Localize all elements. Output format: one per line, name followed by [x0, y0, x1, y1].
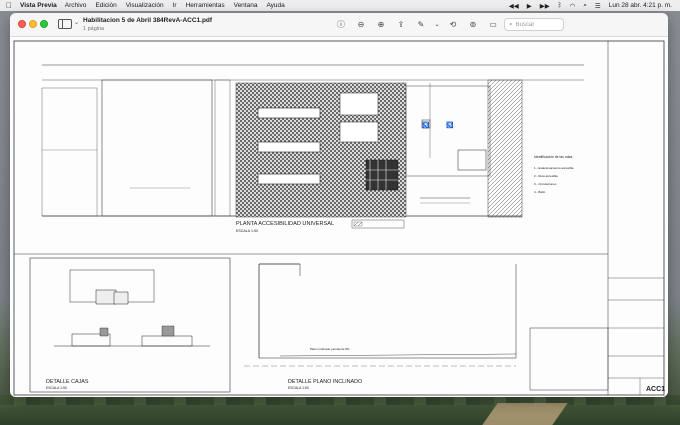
document-title: Habilitacion 5 de Abril 384RevA-ACC1.pdf: [83, 17, 213, 24]
forward-icon[interactable]: ▶▶: [540, 2, 550, 10]
menu-herramientas[interactable]: Herramientas: [186, 2, 225, 9]
chevron-down-icon[interactable]: ⌄: [74, 19, 79, 26]
markup-chevron-icon[interactable]: ⌄: [433, 18, 441, 32]
control-center-icon[interactable]: ☰: [595, 2, 601, 10]
svg-text:♿: ♿: [422, 121, 430, 129]
close-window-button[interactable]: [18, 20, 26, 28]
title-block: ACC1: [608, 277, 665, 395]
spotlight-icon[interactable]: ⌕: [583, 2, 587, 10]
menu-ir[interactable]: Ir: [173, 2, 177, 9]
pdf-page: ♿ ♿ Identificación de las rutas 1.- Esta…: [10, 38, 668, 397]
rotate-icon[interactable]: ⟲: [445, 18, 461, 32]
legend-item-2: 2.- Ruta accesible: [534, 174, 558, 178]
preview-window: ⌄ Habilitacion 5 de Abril 384RevA-ACC1.p…: [10, 13, 668, 397]
legend-item-1: 1.- Estacionamiento accesible: [534, 166, 574, 170]
search-icon: ⌕: [509, 20, 513, 28]
rewind-icon[interactable]: ◀◀: [509, 2, 519, 10]
sheet-code: ACC1: [646, 386, 665, 393]
annotate-icon[interactable]: ⊚: [465, 18, 481, 32]
detail-left-scale: ESCALA 1:50: [46, 386, 67, 390]
plan-hatched-wall: [487, 79, 523, 218]
legend-item-4: 4.- Baño: [534, 190, 546, 194]
zoom-in-icon[interactable]: ⊕: [373, 18, 389, 32]
menu-ayuda[interactable]: Ayuda: [266, 2, 284, 9]
detail-right-scale: ESCALA 1:50: [288, 386, 309, 390]
document-page-count: 1 página: [83, 26, 105, 32]
architectural-drawing: ♿ ♿ Identificación de las rutas 1.- Esta…: [13, 40, 665, 396]
menu-archivo[interactable]: Archivo: [65, 2, 87, 9]
zoom-out-icon[interactable]: ⊖: [353, 18, 369, 32]
sidebar-toggle-icon[interactable]: [58, 19, 72, 29]
share-icon[interactable]: ⇪: [393, 18, 409, 32]
minimize-window-button[interactable]: [29, 20, 37, 28]
menu-clock[interactable]: Lun 28 abr. 4:21 p. m.: [609, 2, 672, 9]
legend-title: Identificación de las rutas: [534, 155, 573, 159]
svg-text:♿: ♿: [446, 121, 454, 129]
menu-bar:  Vista Previa Archivo Edición Visualiza…: [0, 0, 680, 11]
menu-visualizacion[interactable]: Visualización: [126, 2, 164, 9]
document-canvas[interactable]: ♿ ♿ Identificación de las rutas 1.- Esta…: [10, 38, 668, 397]
detail-left-title: DETALLE CAJAS: [46, 379, 89, 385]
form-fill-icon[interactable]: ▭: [485, 18, 501, 32]
toolbar: ⓘ ⊖ ⊕ ⇪ ✎ ⌄ ⟲ ⊚ ▭: [333, 17, 505, 32]
detail-right-title: DETALLE PLANO INCLINADO: [288, 379, 362, 385]
menu-app-name[interactable]: Vista Previa: [20, 2, 57, 9]
play-icon[interactable]: ▶: [527, 2, 532, 10]
bluetooth-icon[interactable]: ᛒ: [558, 2, 562, 9]
detail-left: DETALLE CAJAS ESCALA 1:50: [29, 257, 231, 393]
window-titlebar[interactable]: ⌄ Habilitacion 5 de Abril 384RevA-ACC1.p…: [10, 13, 668, 37]
plan-dark-block: [365, 159, 399, 191]
plan-scale: ESCALA 1:50: [236, 229, 258, 233]
desktop-wallpaper: [0, 395, 680, 425]
search-field[interactable]: ⌕: [504, 18, 564, 31]
menu-edicion[interactable]: Edición: [95, 2, 116, 9]
apple-logo-icon[interactable]: : [6, 0, 12, 11]
ramp-label: Plano inclinado pendiente 8%: [310, 347, 350, 351]
search-input[interactable]: [515, 21, 560, 28]
detail-right: Plano inclinado pendiente 8% DETALLE PLA…: [244, 263, 609, 391]
plan-main: ♿ ♿ Identificación de las rutas 1.- Esta…: [41, 64, 584, 233]
legend-item-3: 3.- Circulaciones: [534, 182, 557, 186]
plan-title: PLANTA ACCESIBILIDAD UNIVERSAL: [236, 221, 334, 227]
wallpaper-path: [482, 403, 568, 425]
fullscreen-window-button[interactable]: [40, 20, 48, 28]
info-icon[interactable]: ⓘ: [333, 18, 349, 32]
markup-pen-icon[interactable]: ✎: [413, 18, 429, 32]
menu-ventana[interactable]: Ventana: [234, 2, 258, 9]
wifi-icon[interactable]: ◠: [570, 2, 576, 10]
